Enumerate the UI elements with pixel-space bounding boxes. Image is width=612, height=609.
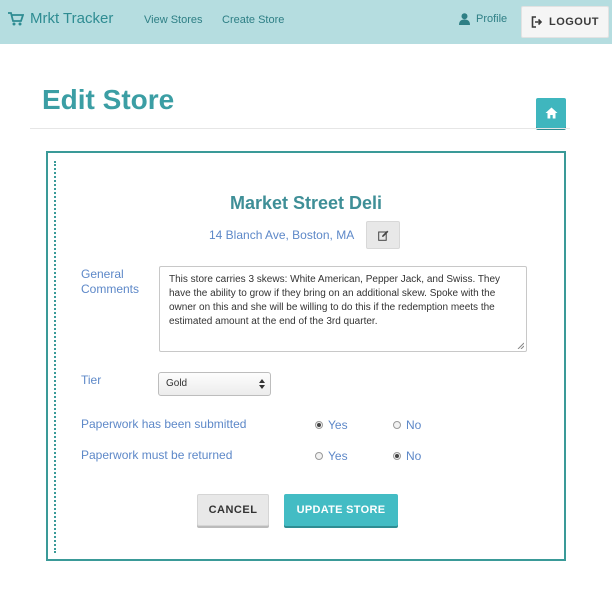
store-name: Market Street Deli [229,193,383,213]
tier-select[interactable]: Gold [158,372,271,396]
nav-create-store[interactable]: Create Store [222,14,284,26]
radio-label: Yes [328,418,348,432]
paperwork-returned-yes[interactable]: Yes [315,449,348,463]
radio-label: No [406,418,422,432]
resize-grip-icon[interactable] [517,342,524,349]
paperwork-submitted-label: Paperwork has been submitted [81,417,247,431]
paperwork-returned-label: Paperwork must be returned [81,448,233,462]
logout-button[interactable]: LOGOUT [521,6,609,38]
radio-label: Yes [328,449,348,463]
comments-label: General Comments [81,267,140,296]
home-icon [545,107,557,119]
update-store-button[interactable]: UPDATE STORE [284,494,398,526]
select-arrows-icon [259,379,265,389]
page-title: Edit Store [42,84,175,115]
header-divider [30,128,570,129]
comments-textarea[interactable]: This store carries 3 skews: White Americ… [159,266,527,352]
paperwork-submitted-yes[interactable]: Yes [315,418,348,432]
edit-icon [377,230,388,241]
radio-button[interactable] [393,421,401,429]
brand-label: Mrkt Tracker [30,10,114,27]
edit-address-button[interactable] [366,221,400,249]
cart-icon [8,11,24,25]
user-icon [459,13,470,25]
nav-view-stores[interactable]: View Stores [144,14,203,26]
comments-text: This store carries 3 skews: White Americ… [169,274,501,327]
profile-label: Profile [476,13,508,25]
sign-out-icon [531,16,543,28]
paperwork-submitted-no[interactable]: No [393,418,421,432]
radio-button[interactable] [393,452,401,460]
tier-label: Tier [81,373,102,387]
store-address: 14 Blanch Ave, Boston, MA [209,228,355,242]
top-navbar: Mrkt Tracker View Stores Create Store Pr… [0,0,612,44]
tier-selected-value: Gold [166,378,188,389]
edit-store-card: Market Street Deli 14 Blanch Ave, Boston… [46,151,566,561]
cancel-button[interactable]: CANCEL [197,494,269,526]
brand-link[interactable]: Mrkt Tracker [8,10,113,27]
home-button[interactable] [536,98,566,128]
radio-label: No [406,449,422,463]
radio-button[interactable] [315,421,323,429]
nav-profile[interactable]: Profile [459,13,507,25]
radio-button[interactable] [315,452,323,460]
logout-label: LOGOUT [548,16,600,28]
paperwork-returned-no[interactable]: No [393,449,421,463]
card-dotted-border [54,161,56,553]
